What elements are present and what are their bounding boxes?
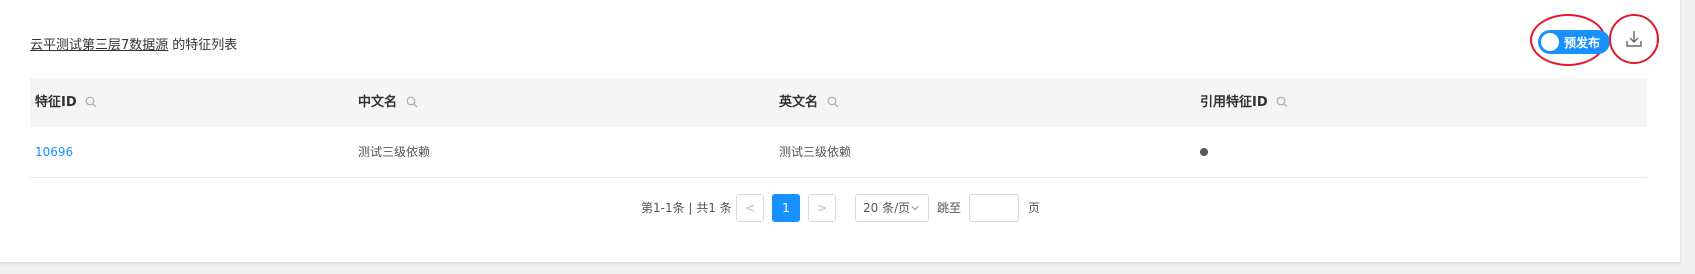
cn-name-cell: 测试三级依赖: [358, 145, 431, 159]
jump-label: 跳至: [937, 201, 962, 215]
pagination-total: 第1-1条 | 共1 条: [641, 201, 732, 215]
column-label: 特征ID: [35, 95, 77, 110]
page-label: 页: [1028, 201, 1041, 215]
table-row: 10696 测试三级依赖 测试三级依赖: [30, 127, 1647, 178]
table-header: 特征ID 中文名 英文名 引用特征ID: [30, 78, 1647, 127]
page-size-value: 20 条/页: [863, 201, 911, 215]
feature-list-card: 云平测试第三层7数据源 的特征列表 预发布 特征ID 中文名 英文名 引用特征I…: [0, 0, 1680, 262]
column-label: 英文名: [779, 95, 819, 110]
download-annotation-circle: [1609, 14, 1659, 64]
chevron-down-icon: [911, 206, 919, 211]
dataset-link[interactable]: 云平测试第三层7数据源: [30, 38, 168, 53]
publish-toggle[interactable]: 预发布: [1538, 30, 1610, 54]
column-label: 中文名: [358, 95, 398, 110]
column-label: 引用特征ID: [1200, 95, 1268, 110]
publish-toggle-label: 预发布: [1564, 36, 1601, 50]
search-icon[interactable]: [85, 96, 97, 108]
page-size-select[interactable]: 20 条/页: [855, 194, 929, 222]
prev-page-button[interactable]: <: [736, 194, 764, 222]
ref-feature-id-cell: [1200, 148, 1208, 156]
column-header-cn-name: 中文名: [358, 78, 418, 127]
search-icon[interactable]: [827, 96, 839, 108]
toggle-knob: [1541, 33, 1559, 51]
column-header-en-name: 英文名: [779, 78, 839, 127]
en-name-cell: 测试三级依赖: [779, 145, 852, 159]
search-icon[interactable]: [406, 96, 418, 108]
download-icon: [1626, 31, 1642, 47]
column-header-feature-id: 特征ID: [35, 78, 97, 127]
download-button[interactable]: [1621, 26, 1647, 52]
toggle-annotation-circle: 预发布: [1530, 14, 1610, 66]
next-page-button[interactable]: >: [808, 194, 836, 222]
jump-page-input[interactable]: [969, 194, 1019, 222]
column-header-ref-feature-id: 引用特征ID: [1200, 78, 1288, 127]
title-suffix: 的特征列表: [172, 38, 238, 53]
page-1-button[interactable]: 1: [772, 194, 800, 222]
page-title: 云平测试第三层7数据源 的特征列表: [30, 34, 237, 53]
feature-id-link[interactable]: 10696: [35, 127, 73, 177]
search-icon[interactable]: [1276, 96, 1288, 108]
